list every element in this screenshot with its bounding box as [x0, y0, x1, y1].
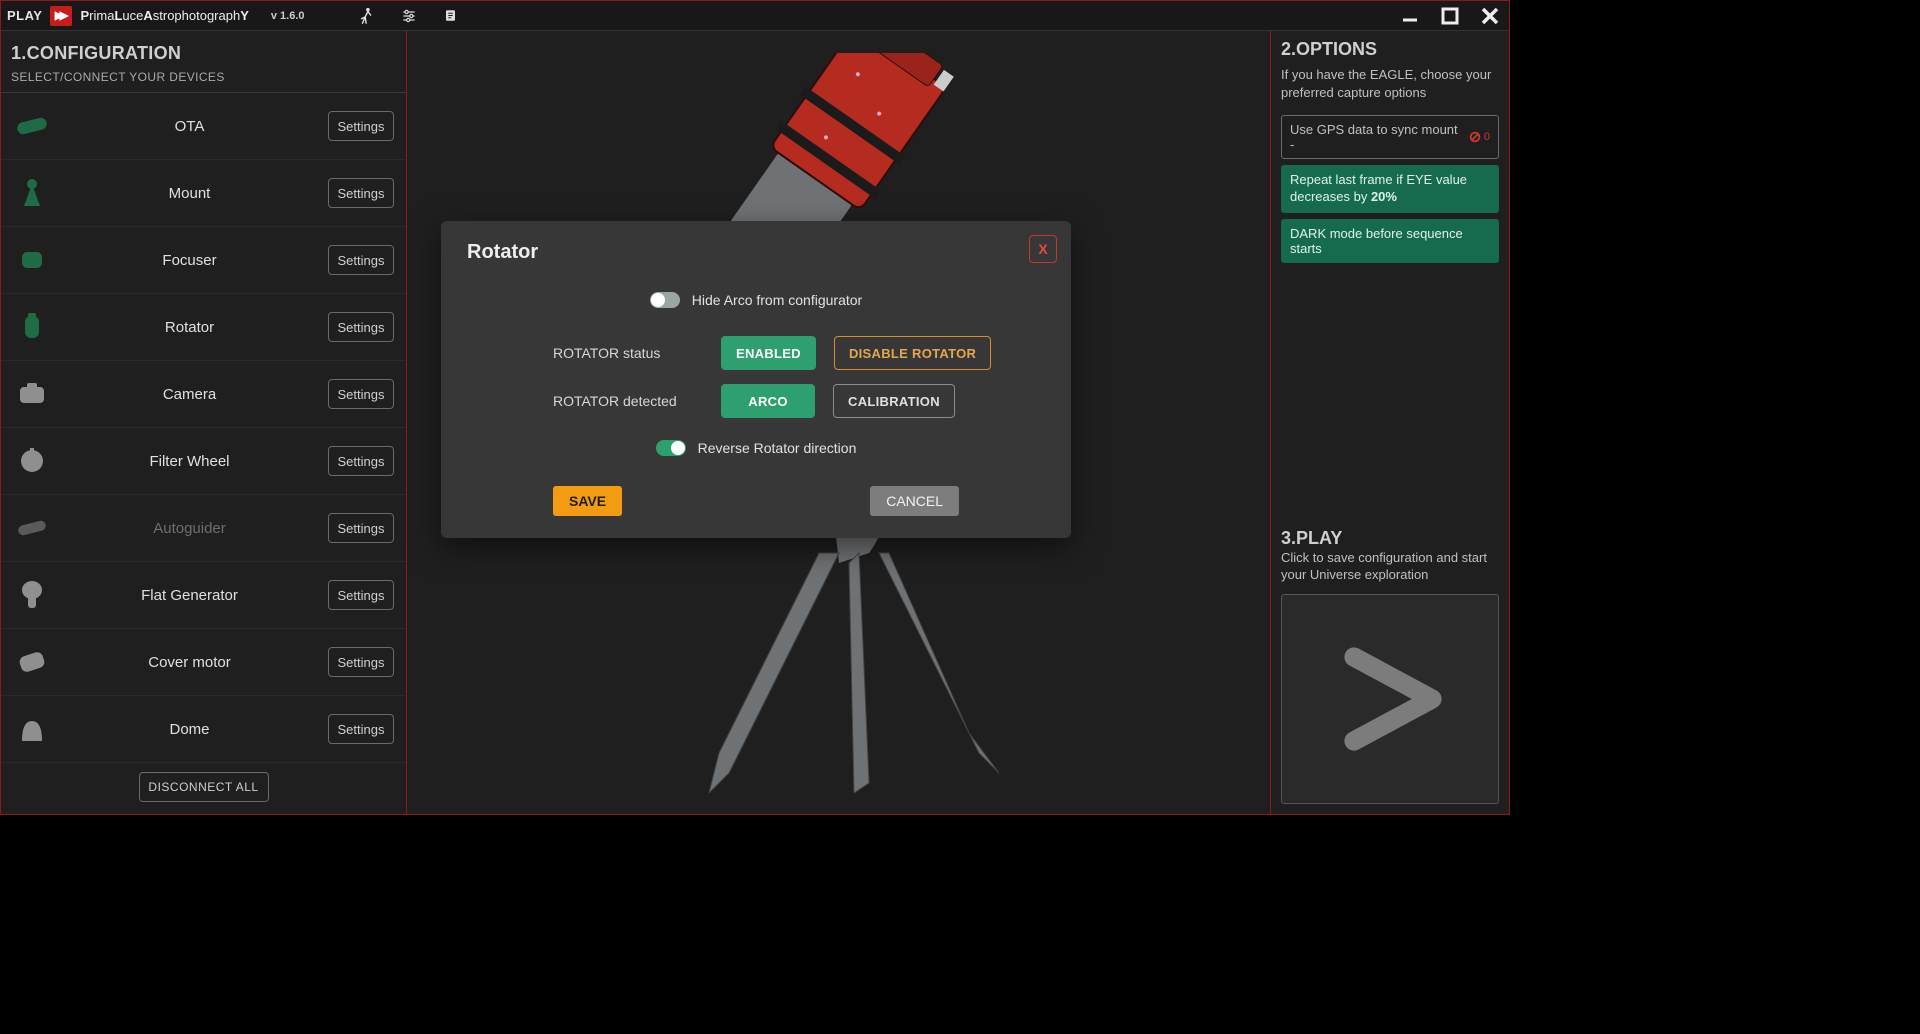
device-label: Mount — [51, 185, 328, 202]
flat-icon — [13, 576, 51, 614]
device-label: Flat Generator — [51, 587, 328, 604]
rotator-detected-label: ROTATOR detected — [553, 393, 703, 409]
device-label: Camera — [51, 386, 328, 403]
dark-mode-label: DARK mode before sequence starts — [1290, 226, 1490, 256]
disable-rotator-button[interactable]: DISABLE ROTATOR — [834, 336, 991, 370]
options-title: 2.OPTIONS — [1281, 37, 1499, 60]
rotator-detected-row: ROTATOR detected ARCO CALIBRATION — [467, 384, 1045, 418]
device-row-mount: MountSettings — [1, 160, 406, 227]
title-bar: PLAY PrimaLuceAstrophotographY v 1.6.0 — [1, 1, 1509, 31]
device-row-autoguider: AutoguiderSettings — [1, 495, 406, 562]
device-row-focuser: FocuserSettings — [1, 227, 406, 294]
settings-button-mount[interactable]: Settings — [328, 178, 394, 208]
settings-button-camera[interactable]: Settings — [328, 379, 394, 409]
device-row-flat: Flat GeneratorSettings — [1, 562, 406, 629]
maximize-button[interactable] — [1437, 3, 1463, 29]
modal-close-button[interactable]: X — [1029, 235, 1057, 263]
window-controls — [1397, 3, 1503, 29]
sidebar-title: 1.CONFIGURATION — [1, 39, 406, 66]
settings-button-rotator[interactable]: Settings — [328, 312, 394, 342]
dark-mode-button[interactable]: DARK mode before sequence starts — [1281, 219, 1499, 263]
rotator-detected-value: ARCO — [721, 384, 815, 418]
device-label: Rotator — [51, 319, 328, 336]
device-row-rotator: RotatorSettings — [1, 294, 406, 361]
modal-actions: SAVE CANCEL — [467, 486, 1045, 516]
dome-icon — [13, 710, 51, 748]
device-label: Autoguider — [51, 520, 328, 537]
titlebar-left: PLAY PrimaLuceAstrophotographY v 1.6.0 — [7, 6, 305, 26]
modal-title: Rotator — [467, 241, 1045, 264]
device-label: OTA — [51, 118, 328, 135]
rotator-status-row: ROTATOR status ENABLED DISABLE ROTATOR — [467, 336, 1045, 370]
cover-icon — [13, 643, 51, 681]
settings-button-flat[interactable]: Settings — [328, 580, 394, 610]
gps-sync-button[interactable]: Use GPS data to sync mount - 0 — [1281, 115, 1499, 159]
settings-button-autoguider[interactable]: Settings — [328, 513, 394, 543]
rotator-status-value: ENABLED — [721, 336, 816, 370]
focuser-icon — [13, 241, 51, 279]
hide-arco-label: Hide Arco from configurator — [692, 292, 862, 308]
filter-icon — [13, 442, 51, 480]
settings-button-filter[interactable]: Settings — [328, 446, 394, 476]
sidebar-subtitle: SELECT/CONNECT YOUR DEVICES — [1, 66, 406, 93]
settings-button-dome[interactable]: Settings — [328, 714, 394, 744]
gps-status-icon: 0 — [1468, 130, 1490, 144]
device-list: OTASettingsMountSettingsFocuserSettingsR… — [1, 93, 406, 764]
device-row-filter: Filter WheelSettings — [1, 428, 406, 495]
device-row-camera: CameraSettings — [1, 361, 406, 428]
device-row-cover: Cover motorSettings — [1, 629, 406, 696]
reverse-direction-label: Reverse Rotator direction — [698, 440, 857, 456]
play-icon — [1330, 639, 1450, 759]
autoguider-icon — [13, 509, 51, 547]
app-version: v 1.6.0 — [271, 10, 305, 22]
hide-arco-toggle[interactable] — [650, 292, 680, 308]
close-button[interactable] — [1477, 3, 1503, 29]
device-row-ota: OTASettings — [1, 93, 406, 160]
notes-icon[interactable] — [439, 4, 463, 28]
minimize-button[interactable] — [1397, 3, 1423, 29]
play-label: PLAY — [7, 8, 42, 23]
hide-arco-row: Hide Arco from configurator — [467, 292, 1045, 308]
play-section: 3.PLAY Click to save configuration and s… — [1281, 526, 1499, 804]
reverse-row: Reverse Rotator direction — [467, 440, 1045, 456]
reverse-direction-toggle[interactable] — [656, 440, 686, 456]
sliders-icon[interactable] — [397, 4, 421, 28]
play-title: 3.PLAY — [1281, 526, 1499, 549]
sidebar: 1.CONFIGURATION SELECT/CONNECT YOUR DEVI… — [1, 31, 407, 814]
device-label: Focuser — [51, 252, 328, 269]
walker-icon[interactable] — [355, 4, 379, 28]
app-window: PLAY PrimaLuceAstrophotographY v 1.6.0 — [0, 0, 1510, 815]
settings-button-ota[interactable]: Settings — [328, 111, 394, 141]
app-logo-icon — [50, 6, 72, 26]
options-desc: If you have the EAGLE, choose your prefe… — [1281, 66, 1499, 101]
repeat-frame-button[interactable]: Repeat last frame if EYE value decreases… — [1281, 165, 1499, 213]
settings-button-cover[interactable]: Settings — [328, 647, 394, 677]
cancel-button[interactable]: CANCEL — [870, 486, 959, 516]
play-button[interactable] — [1281, 594, 1499, 804]
rotator-status-label: ROTATOR status — [553, 345, 703, 361]
camera-icon — [13, 375, 51, 413]
disconnect-all-button[interactable]: DISCONNECT ALL — [139, 772, 269, 802]
device-label: Dome — [51, 721, 328, 738]
save-button[interactable]: SAVE — [553, 486, 622, 516]
calibration-button[interactable]: CALIBRATION — [833, 384, 955, 418]
mount-icon — [13, 174, 51, 212]
gps-sync-label: Use GPS data to sync mount - — [1290, 122, 1462, 152]
ota-icon — [13, 107, 51, 145]
device-label: Cover motor — [51, 654, 328, 671]
settings-button-focuser[interactable]: Settings — [328, 245, 394, 275]
titlebar-tools — [355, 4, 463, 28]
repeat-frame-value: 20% — [1371, 189, 1397, 204]
brand-name: PrimaLuceAstrophotographY — [80, 8, 248, 23]
device-row-dome: DomeSettings — [1, 696, 406, 763]
right-panel: 2.OPTIONS If you have the EAGLE, choose … — [1271, 31, 1509, 814]
rotator-icon — [13, 308, 51, 346]
device-label: Filter Wheel — [51, 453, 328, 470]
play-desc: Click to save configuration and start yo… — [1281, 549, 1499, 584]
rotator-modal: X Rotator Hide Arco from configurator RO… — [441, 221, 1071, 538]
